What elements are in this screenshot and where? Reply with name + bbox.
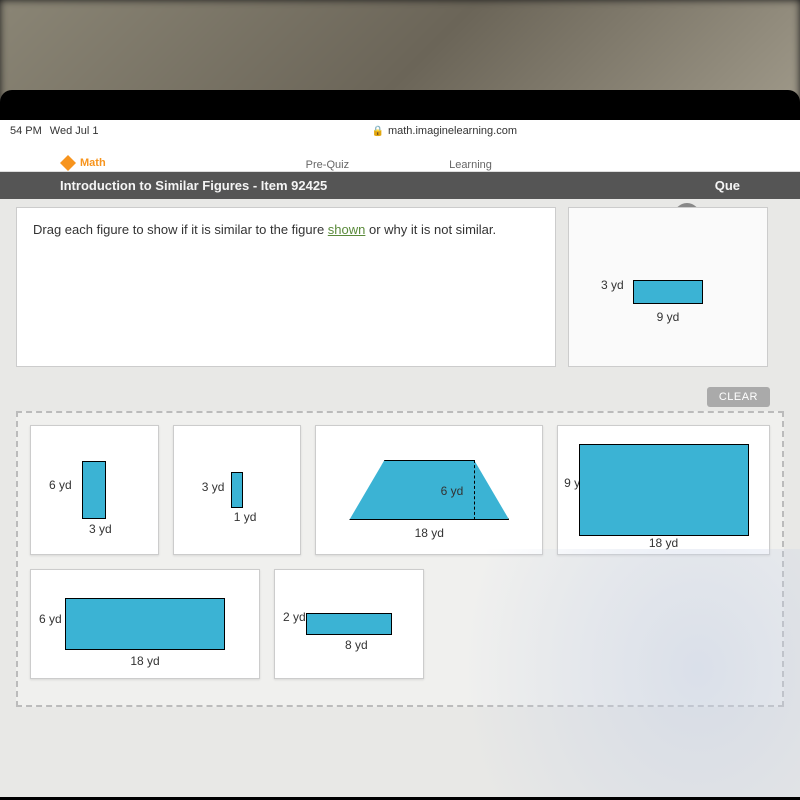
app-logo[interactable]: Math (60, 155, 106, 171)
figure-d-width: 18 yd (649, 536, 678, 550)
figure-b-width: 1 yd (234, 510, 257, 524)
tab-prequiz[interactable]: Pre-Quiz (306, 159, 349, 171)
ref-height-label: 3 yd (601, 278, 624, 292)
ref-width-label: 9 yd (657, 310, 680, 324)
app-nav: Math Pre-Quiz Learning (0, 142, 800, 172)
trapezoid-height-line (474, 460, 475, 520)
tablet-frame: 54 PM Wed Jul 1 🔒 math.imaginelearning.c… (0, 90, 800, 800)
figure-card-trapezoid[interactable]: 6 yd 18 yd (315, 425, 543, 555)
figure-card-d[interactable]: 9 yd 18 yd (557, 425, 770, 555)
clear-button[interactable]: CLEAR (707, 387, 770, 407)
figure-a-width: 3 yd (89, 522, 112, 536)
ipad-status-bar: 54 PM Wed Jul 1 🔒 math.imaginelearning.c… (0, 120, 800, 142)
reference-rectangle (633, 280, 703, 304)
figure-trap-width: 18 yd (415, 526, 444, 540)
prompt-text-after: or why it is not similar. (365, 222, 496, 237)
figure-f-height: 2 yd (283, 610, 306, 624)
lesson-title-bar: Introduction to Similar Figures - Item 9… (0, 172, 800, 199)
status-time: 54 PM (10, 125, 42, 137)
prompt-link-shown[interactable]: shown (328, 222, 366, 237)
prompt-text-before: Drag each figure to show if it is simila… (33, 222, 328, 237)
figure-e-shape (65, 598, 225, 650)
prompt-box: Drag each figure to show if it is simila… (16, 207, 556, 367)
figure-a-shape (82, 461, 106, 519)
content-area: 🔊 Drag each figure to show if it is simi… (0, 199, 800, 797)
figure-a-height: 6 yd (49, 478, 72, 492)
logo-text: Math (80, 157, 106, 169)
figure-d-shape (579, 444, 749, 536)
lesson-title: Introduction to Similar Figures - Item 9… (60, 178, 327, 193)
reference-figure-box: 3 yd 9 yd (568, 207, 768, 367)
figure-b-shape (231, 472, 243, 508)
figure-trap-height: 6 yd (441, 484, 464, 498)
figure-e-width: 18 yd (130, 654, 159, 668)
figure-card-a[interactable]: 6 yd 3 yd (30, 425, 159, 555)
figures-drag-area: 6 yd 3 yd 3 yd 1 yd 6 yd 18 yd (16, 411, 784, 707)
figure-trapezoid-shape (349, 460, 509, 520)
tab-learning[interactable]: Learning (449, 159, 492, 171)
figure-card-b[interactable]: 3 yd 1 yd (173, 425, 302, 555)
lock-icon: 🔒 (372, 126, 384, 137)
figure-e-height: 6 yd (39, 612, 62, 626)
status-date: Wed Jul 1 (50, 125, 99, 137)
logo-icon (60, 155, 76, 171)
figure-card-f[interactable]: 2 yd 8 yd (274, 569, 424, 679)
question-label: Que (715, 178, 740, 193)
status-url: math.imaginelearning.com (388, 125, 517, 137)
figure-card-e[interactable]: 6 yd 18 yd (30, 569, 260, 679)
figure-f-shape (306, 613, 392, 635)
figure-f-width: 8 yd (345, 638, 368, 652)
figure-b-height: 3 yd (202, 480, 225, 494)
